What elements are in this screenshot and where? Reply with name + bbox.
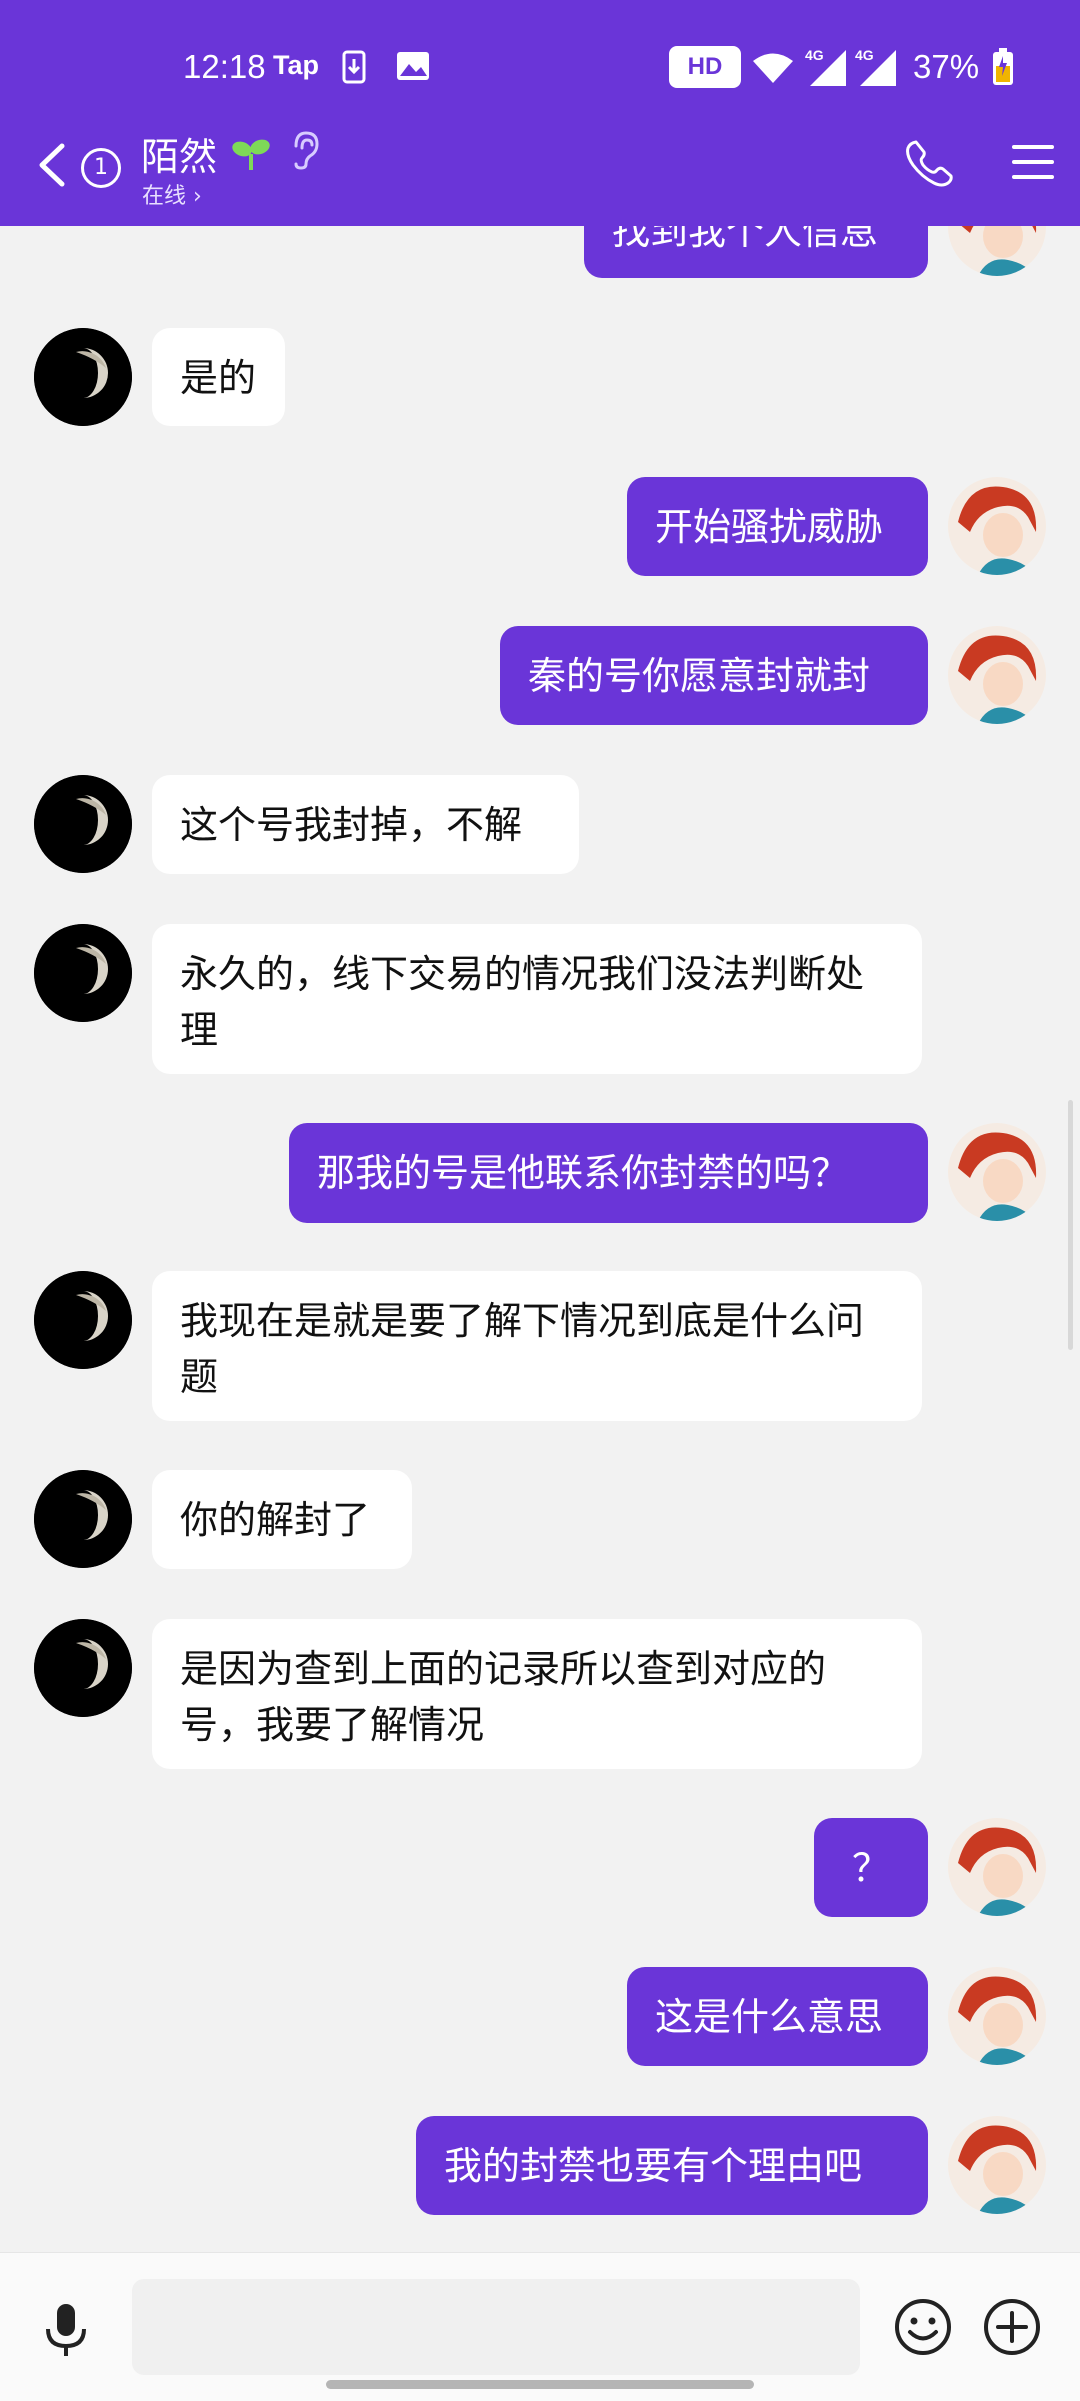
chat-header: 12:18 Tap HD 4G 4G 37% 1 陌然 在线 › [0, 0, 1080, 226]
user-avatar[interactable] [948, 626, 1046, 724]
gallery-icon [396, 50, 430, 86]
user-avatar[interactable] [948, 1967, 1046, 2065]
online-status[interactable]: 在线 › [142, 178, 202, 210]
message-bubble[interactable]: 这是什么意思 [627, 1967, 928, 2066]
menu-icon[interactable] [1010, 142, 1056, 186]
status-time: 12:18 [183, 48, 266, 85]
scrollbar[interactable] [1068, 1100, 1073, 1350]
message-text: 这个号我封掉，不解 [180, 803, 523, 847]
signal-4g-icon: 4G [854, 46, 898, 92]
wifi-icon [752, 52, 794, 88]
message-text: 秦的号你愿意封就封 [528, 654, 871, 698]
microphone-icon[interactable] [42, 2301, 90, 2363]
svg-text:4G: 4G [855, 47, 874, 63]
battery-percentage: 37% [913, 48, 980, 85]
user-avatar[interactable] [948, 1818, 1046, 1916]
message-text: 是因为查到上面的记录所以查到对应的号，我要了解情况 [180, 1647, 827, 1747]
contact-avatar[interactable] [34, 775, 132, 873]
add-attachment-icon[interactable] [982, 2297, 1042, 2361]
sprout-icon [231, 136, 271, 176]
contact-avatar[interactable] [34, 1470, 132, 1568]
message-text: 永久的，线下交易的情况我们没法判断处理 [180, 952, 865, 1052]
emoji-icon[interactable] [893, 2297, 953, 2361]
signal-4g-icon: 4G [804, 46, 848, 92]
message-text: 那我的号是他联系你封禁的吗？ [317, 1151, 850, 1195]
user-avatar[interactable] [948, 1123, 1046, 1221]
message-text: 这是什么意思 [655, 1995, 884, 2039]
user-avatar[interactable] [948, 477, 1046, 575]
contact-avatar[interactable] [34, 924, 132, 1022]
message-text: 你的解封了 [180, 1498, 371, 1542]
message-text: 开始骚扰威胁 [655, 505, 884, 549]
message-bubble[interactable]: 那我的号是他联系你封禁的吗？ [289, 1123, 928, 1223]
app-notification-label: Tap [273, 50, 319, 80]
status-bar: 12:18 Tap HD 4G 4G 37% [0, 0, 1080, 136]
message-bubble[interactable]: 我的封禁也要有个理由吧 [416, 2116, 928, 2215]
message-text: ？ [851, 1846, 890, 1890]
phone-call-icon[interactable] [904, 138, 954, 192]
message-bubble[interactable]: ？ [814, 1818, 928, 1917]
unread-count-badge[interactable]: 1 [81, 148, 121, 188]
message-input[interactable] [132, 2279, 860, 2375]
back-arrow-icon[interactable] [36, 142, 66, 192]
ear-icon[interactable] [290, 130, 320, 174]
svg-text:4G: 4G [805, 47, 824, 63]
composer-bar [0, 2252, 1080, 2401]
contact-avatar[interactable] [34, 1271, 132, 1369]
hd-voice-badge: HD [669, 46, 741, 88]
message-bubble[interactable]: 永久的，线下交易的情况我们没法判断处理 [152, 924, 922, 1074]
message-bubble[interactable]: 开始骚扰威胁 [627, 477, 928, 576]
message-bubble[interactable]: 你的解封了 [152, 1470, 412, 1569]
contact-avatar[interactable] [34, 1619, 132, 1717]
message-bubble[interactable]: 是因为查到上面的记录所以查到对应的号，我要了解情况 [152, 1619, 922, 1769]
message-bubble[interactable]: 这个号我封掉，不解 [152, 775, 579, 874]
message-list[interactable]: 找到我个人信息 是的 开始骚扰威胁 秦的号你愿意封就封 这个号我封掉，不解 永久… [0, 0, 1080, 2252]
contact-avatar[interactable] [34, 328, 132, 426]
download-icon [342, 50, 366, 88]
battery-charging-icon [992, 48, 1014, 90]
message-bubble[interactable]: 我现在是就是要了解下情况到底是什么问题 [152, 1271, 922, 1421]
nav-bar: 1 陌然 在线 › [0, 120, 1080, 226]
message-text: 我的封禁也要有个理由吧 [444, 2144, 863, 2188]
message-text: 是的 [180, 356, 257, 400]
contact-name[interactable]: 陌然 [141, 126, 217, 181]
message-bubble[interactable]: 秦的号你愿意封就封 [500, 626, 928, 725]
message-bubble[interactable]: 是的 [152, 328, 285, 426]
home-indicator[interactable] [326, 2380, 754, 2389]
user-avatar[interactable] [948, 2116, 1046, 2214]
message-text: 我现在是就是要了解下情况到底是什么问题 [180, 1299, 865, 1399]
